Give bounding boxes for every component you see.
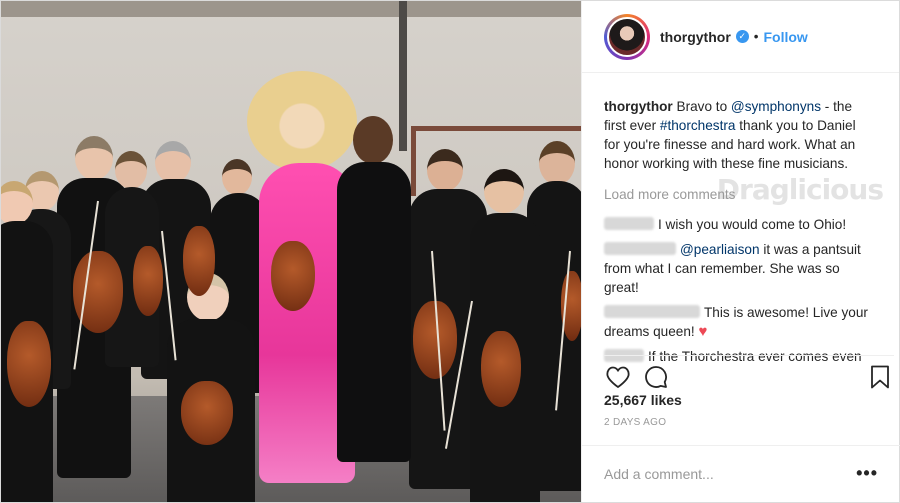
comment: This is awesome! Live your dreams queen!…: [604, 303, 874, 341]
likes-count[interactable]: 25,667 likes: [604, 392, 682, 408]
avatar[interactable]: [607, 16, 647, 57]
photo-rail: [411, 126, 581, 131]
post-timestamp[interactable]: 2 DAYS AGO: [604, 417, 666, 428]
post-header: thorgythor ✓ • Follow: [582, 1, 899, 73]
post-side-panel: thorgythor ✓ • Follow Draglicious thorgy…: [581, 1, 900, 502]
heart-icon[interactable]: [604, 363, 632, 391]
violin: [481, 331, 521, 407]
comment-mention[interactable]: @pearliaison: [680, 242, 760, 257]
instagram-post: thorgythor ✓ • Follow Draglicious thorgy…: [0, 0, 900, 503]
violin: [183, 226, 215, 296]
post-actions: [604, 355, 894, 391]
comment-text: I wish you would come to Ohio!: [658, 217, 847, 232]
violin: [7, 321, 51, 407]
photo-pipe: [399, 1, 407, 151]
bookmark-icon[interactable]: [866, 363, 894, 391]
photo-rail-post: [411, 126, 416, 196]
post-photo[interactable]: [1, 1, 581, 502]
caption-mention[interactable]: @symphonyns: [731, 99, 821, 114]
add-comment-input[interactable]: Add a comment...: [604, 466, 856, 482]
comments-list: thorgythor Bravo to @symphonyns - the fi…: [604, 97, 874, 372]
verified-badge-icon: ✓: [735, 30, 749, 43]
follow-button[interactable]: Follow: [764, 29, 808, 45]
add-comment-bar: Add a comment... •••: [582, 445, 900, 501]
photo-ceiling: [1, 1, 581, 17]
blurred-username: [604, 305, 700, 318]
separator-dot: •: [753, 29, 759, 44]
comment-icon[interactable]: [642, 363, 670, 391]
comment: @pearliaison it was a pantsuit from what…: [604, 240, 874, 297]
blurred-username: [604, 217, 654, 230]
comment: I wish you would come to Ohio!: [604, 215, 874, 234]
violin: [181, 381, 233, 445]
caption-hashtag[interactable]: #thorchestra: [660, 118, 736, 133]
more-options-icon[interactable]: •••: [856, 463, 878, 484]
pink-heart-emoji-icon: ♥: [698, 323, 708, 340]
story-ring[interactable]: [604, 13, 650, 60]
caption: thorgythor Bravo to @symphonyns - the fi…: [604, 97, 874, 173]
caption-author[interactable]: thorgythor: [604, 99, 673, 114]
blurred-username: [604, 242, 676, 255]
violin: [133, 246, 163, 316]
violin: [271, 241, 315, 311]
header-username[interactable]: thorgythor: [660, 29, 731, 45]
caption-text: Bravo to: [676, 99, 731, 114]
load-more-comments[interactable]: Load more comments: [604, 185, 874, 204]
